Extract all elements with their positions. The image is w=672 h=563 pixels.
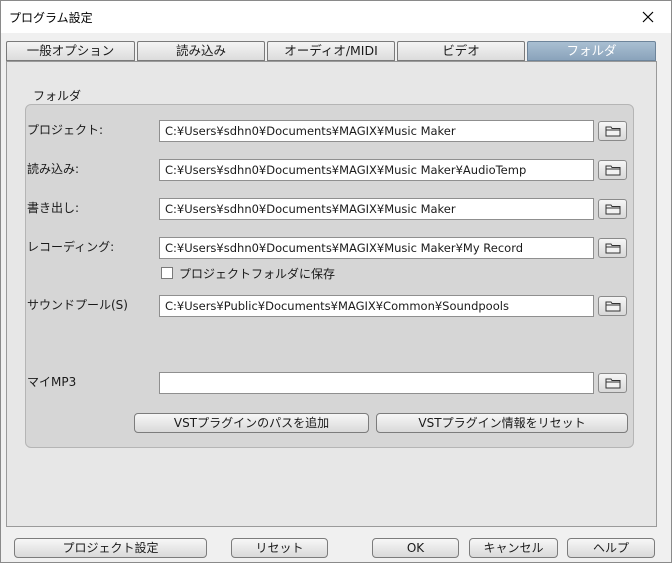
folder-icon [605, 204, 620, 215]
tab-audio-midi[interactable]: オーディオ/MIDI [267, 41, 395, 61]
close-icon [642, 11, 654, 23]
soundpool-folder-label: サウンドプール(S) [27, 298, 128, 312]
import-folder-label: 読み込み: [27, 162, 80, 176]
ok-button[interactable]: OK [372, 538, 459, 558]
project-settings-button[interactable]: プロジェクト設定 [14, 538, 207, 558]
mymp3-folder-browse-button[interactable] [598, 373, 627, 393]
tab-general-options[interactable]: 一般オプション [6, 41, 135, 61]
tab-bar: 一般オプション 読み込み オーディオ/MIDI ビデオ フォルダ [6, 41, 657, 61]
recording-folder-field[interactable]: C:¥Users¥sdhn0¥Documents¥MAGIX¥Music Mak… [159, 237, 594, 259]
mymp3-folder-field[interactable] [159, 372, 594, 394]
tab-folders[interactable]: フォルダ [527, 41, 656, 61]
add-vst-path-button[interactable]: VSTプラグインのパスを追加 [134, 413, 369, 433]
folders-group-label: フォルダ [33, 89, 82, 103]
mymp3-folder-label: マイMP3 [27, 375, 77, 389]
settings-dialog: プログラム設定 一般オプション 読み込み オーディオ/MIDI ビデオ フォルダ… [0, 0, 672, 563]
title-bar: プログラム設定 [1, 1, 671, 33]
save-in-project-folder-option[interactable]: プロジェクトフォルダに保存 [161, 266, 336, 281]
save-in-project-folder-label: プロジェクトフォルダに保存 [179, 266, 336, 281]
window-title: プログラム設定 [9, 11, 93, 25]
recording-folder-label: レコーディング: [27, 240, 115, 254]
folder-icon [605, 126, 620, 137]
export-folder-label: 書き出し: [27, 201, 80, 215]
cancel-button[interactable]: キャンセル [469, 538, 558, 558]
save-in-project-folder-checkbox[interactable] [161, 267, 173, 279]
import-folder-field[interactable]: C:¥Users¥sdhn0¥Documents¥MAGIX¥Music Mak… [159, 159, 594, 181]
folder-icon [605, 378, 620, 389]
folder-icon [605, 301, 620, 312]
tab-video[interactable]: ビデオ [397, 41, 525, 61]
help-button[interactable]: ヘルプ [567, 538, 655, 558]
recording-folder-browse-button[interactable] [598, 238, 627, 258]
project-folder-browse-button[interactable] [598, 121, 627, 141]
reset-button[interactable]: リセット [231, 538, 328, 558]
soundpool-folder-browse-button[interactable] [598, 296, 627, 316]
export-folder-field[interactable]: C:¥Users¥sdhn0¥Documents¥MAGIX¥Music Mak… [159, 198, 594, 220]
project-folder-field[interactable]: C:¥Users¥sdhn0¥Documents¥MAGIX¥Music Mak… [159, 120, 594, 142]
soundpool-folder-field[interactable]: C:¥Users¥Public¥Documents¥MAGIX¥Common¥S… [159, 295, 594, 317]
reset-vst-info-button[interactable]: VSTプラグイン情報をリセット [376, 413, 628, 433]
export-folder-browse-button[interactable] [598, 199, 627, 219]
import-folder-browse-button[interactable] [598, 160, 627, 180]
project-folder-label: プロジェクト: [27, 123, 104, 137]
folder-icon [605, 165, 620, 176]
folder-icon [605, 243, 620, 254]
tab-import[interactable]: 読み込み [137, 41, 265, 61]
close-button[interactable] [625, 1, 671, 33]
